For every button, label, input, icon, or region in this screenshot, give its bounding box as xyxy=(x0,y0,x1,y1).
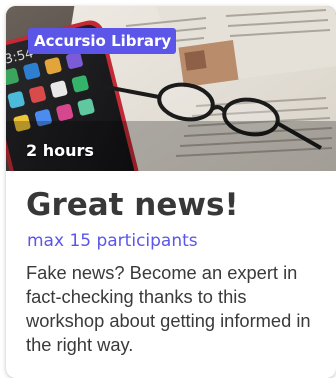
workshop-card[interactable]: 3:54 Accursio Library 2 hours Great news… xyxy=(6,6,336,378)
workshop-description: Fake news? Become an expert in fact-chec… xyxy=(26,262,311,355)
workshop-title: Great news! xyxy=(26,187,239,223)
duration-label: 2 hours xyxy=(26,141,94,160)
library-badge: Accursio Library xyxy=(28,28,177,54)
participants-limit: max 15 participants xyxy=(27,231,198,251)
workshop-cover-image: 3:54 Accursio Library 2 hours xyxy=(6,6,336,171)
